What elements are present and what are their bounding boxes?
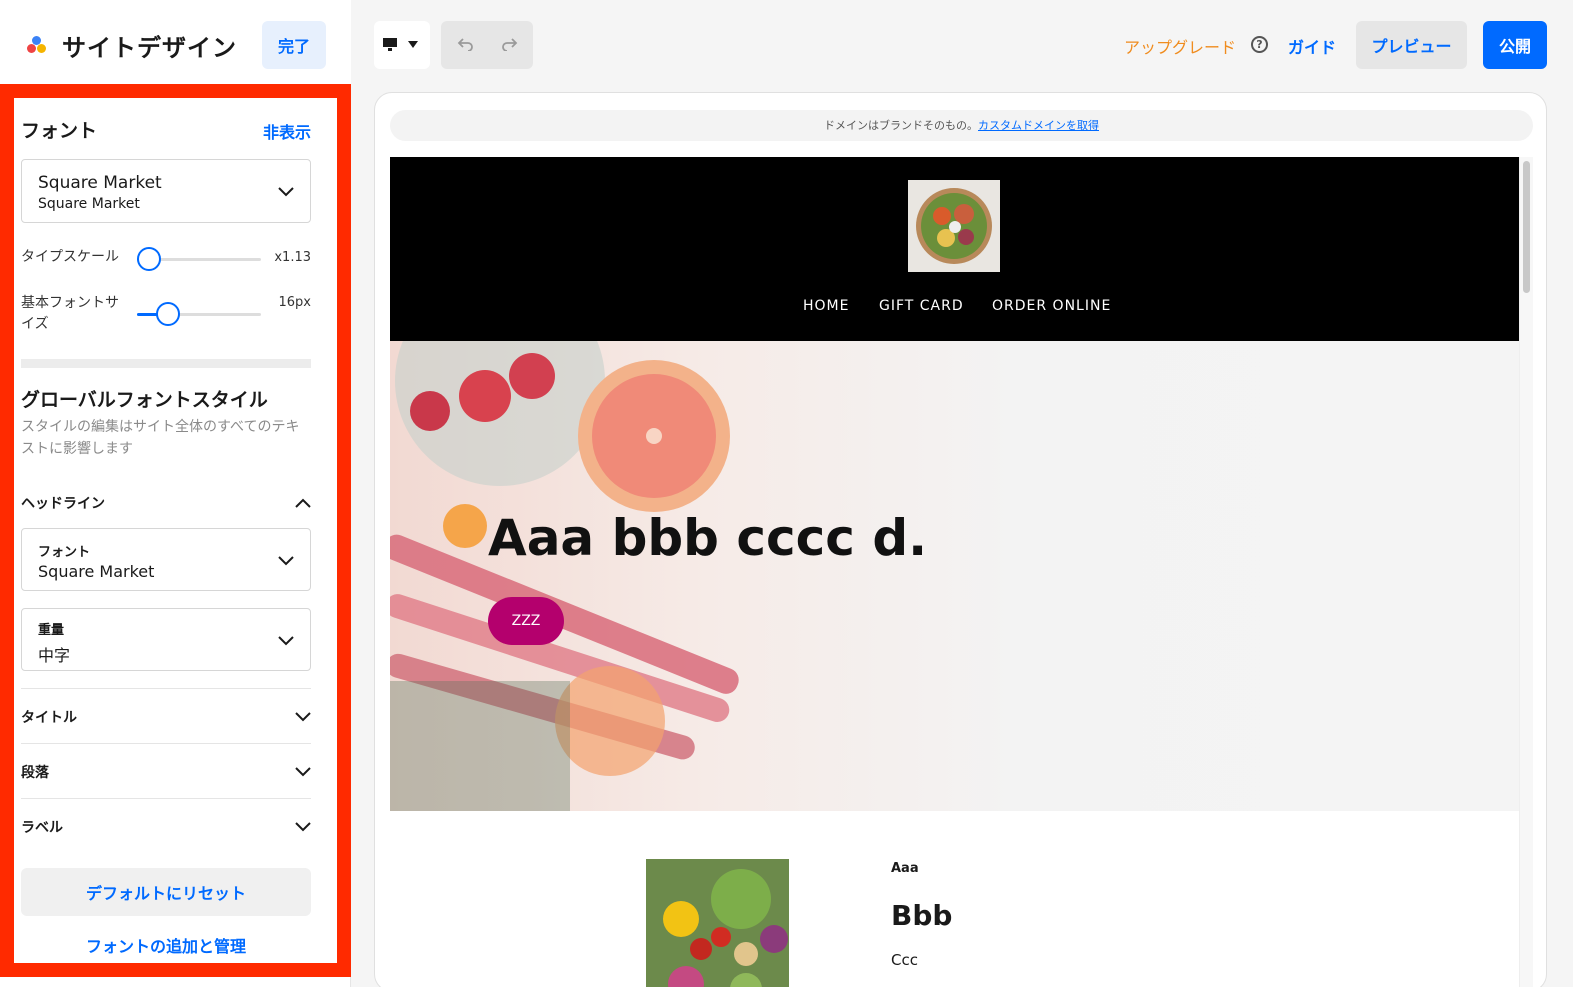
type-scale-value: x1.13 — [274, 250, 311, 265]
chevron-down-icon — [278, 556, 294, 566]
font-name: Square Market — [38, 173, 162, 193]
base-font-size-value: 16px — [278, 295, 312, 310]
help-icon[interactable]: ? — [1251, 36, 1268, 53]
site-header: HOME GIFT CARD ORDER ONLINE — [390, 157, 1519, 341]
preview-scroll-thumb[interactable] — [1523, 161, 1530, 293]
accordion-paragraph[interactable]: 段落 — [21, 743, 311, 798]
done-button[interactable]: 完了 — [262, 21, 326, 69]
vegetable-bowl-icon — [646, 859, 789, 987]
custom-domain-link[interactable]: カスタムドメインを取得 — [978, 119, 1099, 132]
chevron-down-icon — [295, 712, 311, 722]
sidebar: サイトデザイン 完了 フォント 非表示 Square Market Square… — [0, 0, 351, 987]
headline-font-value: Square Market — [38, 562, 155, 581]
content-image[interactable] — [646, 859, 789, 987]
chevron-down-icon — [278, 636, 294, 646]
headline-font-label: フォント — [38, 545, 91, 560]
chevron-down-icon — [295, 767, 311, 777]
chevron-up-icon[interactable] — [295, 498, 311, 508]
hero-cta-button[interactable]: ZZZ — [488, 597, 564, 645]
nav-gift-card[interactable]: GIFT CARD — [879, 298, 964, 314]
sidebar-header: サイトデザイン 完了 — [0, 0, 351, 86]
accordion-label[interactable]: ラベル — [21, 798, 311, 853]
section-eyebrow: Aaa — [891, 861, 919, 876]
font-family-dropdown[interactable]: Square Market Square Market — [21, 159, 311, 223]
headline-font-dropdown[interactable]: フォント Square Market — [21, 528, 311, 591]
undo-icon[interactable] — [457, 38, 474, 51]
salad-bowl-icon — [908, 180, 1000, 272]
sidebar-title: サイトデザイン — [62, 34, 237, 62]
domain-banner-text: ドメインはブランドそのもの。 — [824, 119, 978, 132]
chevron-down-icon — [278, 187, 294, 197]
caret-down-icon — [408, 41, 418, 48]
publish-button[interactable]: 公開 — [1483, 21, 1547, 69]
redo-icon[interactable] — [501, 38, 518, 51]
font-subname: Square Market — [38, 196, 140, 212]
reset-to-default-button[interactable]: デフォルトにリセット — [21, 868, 311, 916]
hero-section: Aaa bbb cccc d. ZZZ — [390, 341, 1519, 811]
app-logo-icon — [27, 36, 47, 56]
section-paragraph: Ccc — [891, 951, 918, 969]
desktop-icon — [383, 38, 397, 51]
device-toggle-button[interactable] — [374, 21, 430, 69]
hero-background-image — [390, 341, 739, 811]
global-font-style-description: スタイルの編集はサイト全体のすべてのテキストに影響します — [21, 419, 300, 457]
hide-link[interactable]: 非表示 — [263, 119, 311, 143]
accordion-title-label: タイトル — [21, 710, 77, 726]
accordion-title[interactable]: タイトル — [21, 688, 311, 743]
fonts-section-title: フォント — [21, 120, 98, 142]
undo-redo-group — [441, 21, 533, 69]
base-font-size-label: 基本フォントサイズ — [21, 295, 119, 332]
type-scale-thumb[interactable] — [137, 247, 162, 271]
domain-banner: ドメインはブランドそのもの。カスタムドメインを取得 — [390, 110, 1533, 141]
type-scale-label: タイプスケール — [21, 249, 119, 265]
font-settings-panel: フォント 非表示 Square Market Square Market タイプ… — [0, 84, 351, 977]
nav-home[interactable]: HOME — [803, 298, 849, 314]
guide-link[interactable]: ガイド — [1288, 34, 1336, 58]
upgrade-link[interactable]: アップグレード — [1124, 34, 1236, 58]
global-font-style-title: グローバルフォントスタイル — [21, 389, 268, 411]
headline-weight-label: 重量 — [38, 623, 65, 638]
accordion-label-label: ラベル — [21, 820, 63, 836]
hero-heading: Aaa bbb cccc d. — [488, 509, 928, 567]
nav-order-online[interactable]: ORDER ONLINE — [992, 298, 1111, 314]
preview-scrollbar[interactable] — [1519, 157, 1533, 987]
preview-button[interactable]: プレビュー — [1356, 21, 1467, 69]
headline-label[interactable]: ヘッドライン — [21, 493, 105, 513]
site-logo-image[interactable] — [908, 180, 1000, 272]
site-preview-canvas: ドメインはブランドそのもの。カスタムドメインを取得 HOME GIFT CARD… — [374, 92, 1547, 987]
manage-fonts-link[interactable]: フォントの追加と管理 — [21, 933, 311, 957]
headline-weight-value: 中字 — [38, 646, 71, 665]
site-design-editor: サイトデザイン 完了 フォント 非表示 Square Market Square… — [0, 0, 1573, 987]
site-preview: HOME GIFT CARD ORDER ONLINE Aaa bbb cccc… — [390, 157, 1519, 987]
headline-weight-dropdown[interactable]: 重量 中字 — [21, 608, 311, 671]
base-font-size-thumb[interactable] — [156, 302, 180, 326]
accordion-paragraph-label: 段落 — [21, 765, 49, 781]
section-divider — [21, 359, 311, 368]
chevron-down-icon — [295, 822, 311, 832]
section-heading: Bbb — [891, 899, 953, 932]
